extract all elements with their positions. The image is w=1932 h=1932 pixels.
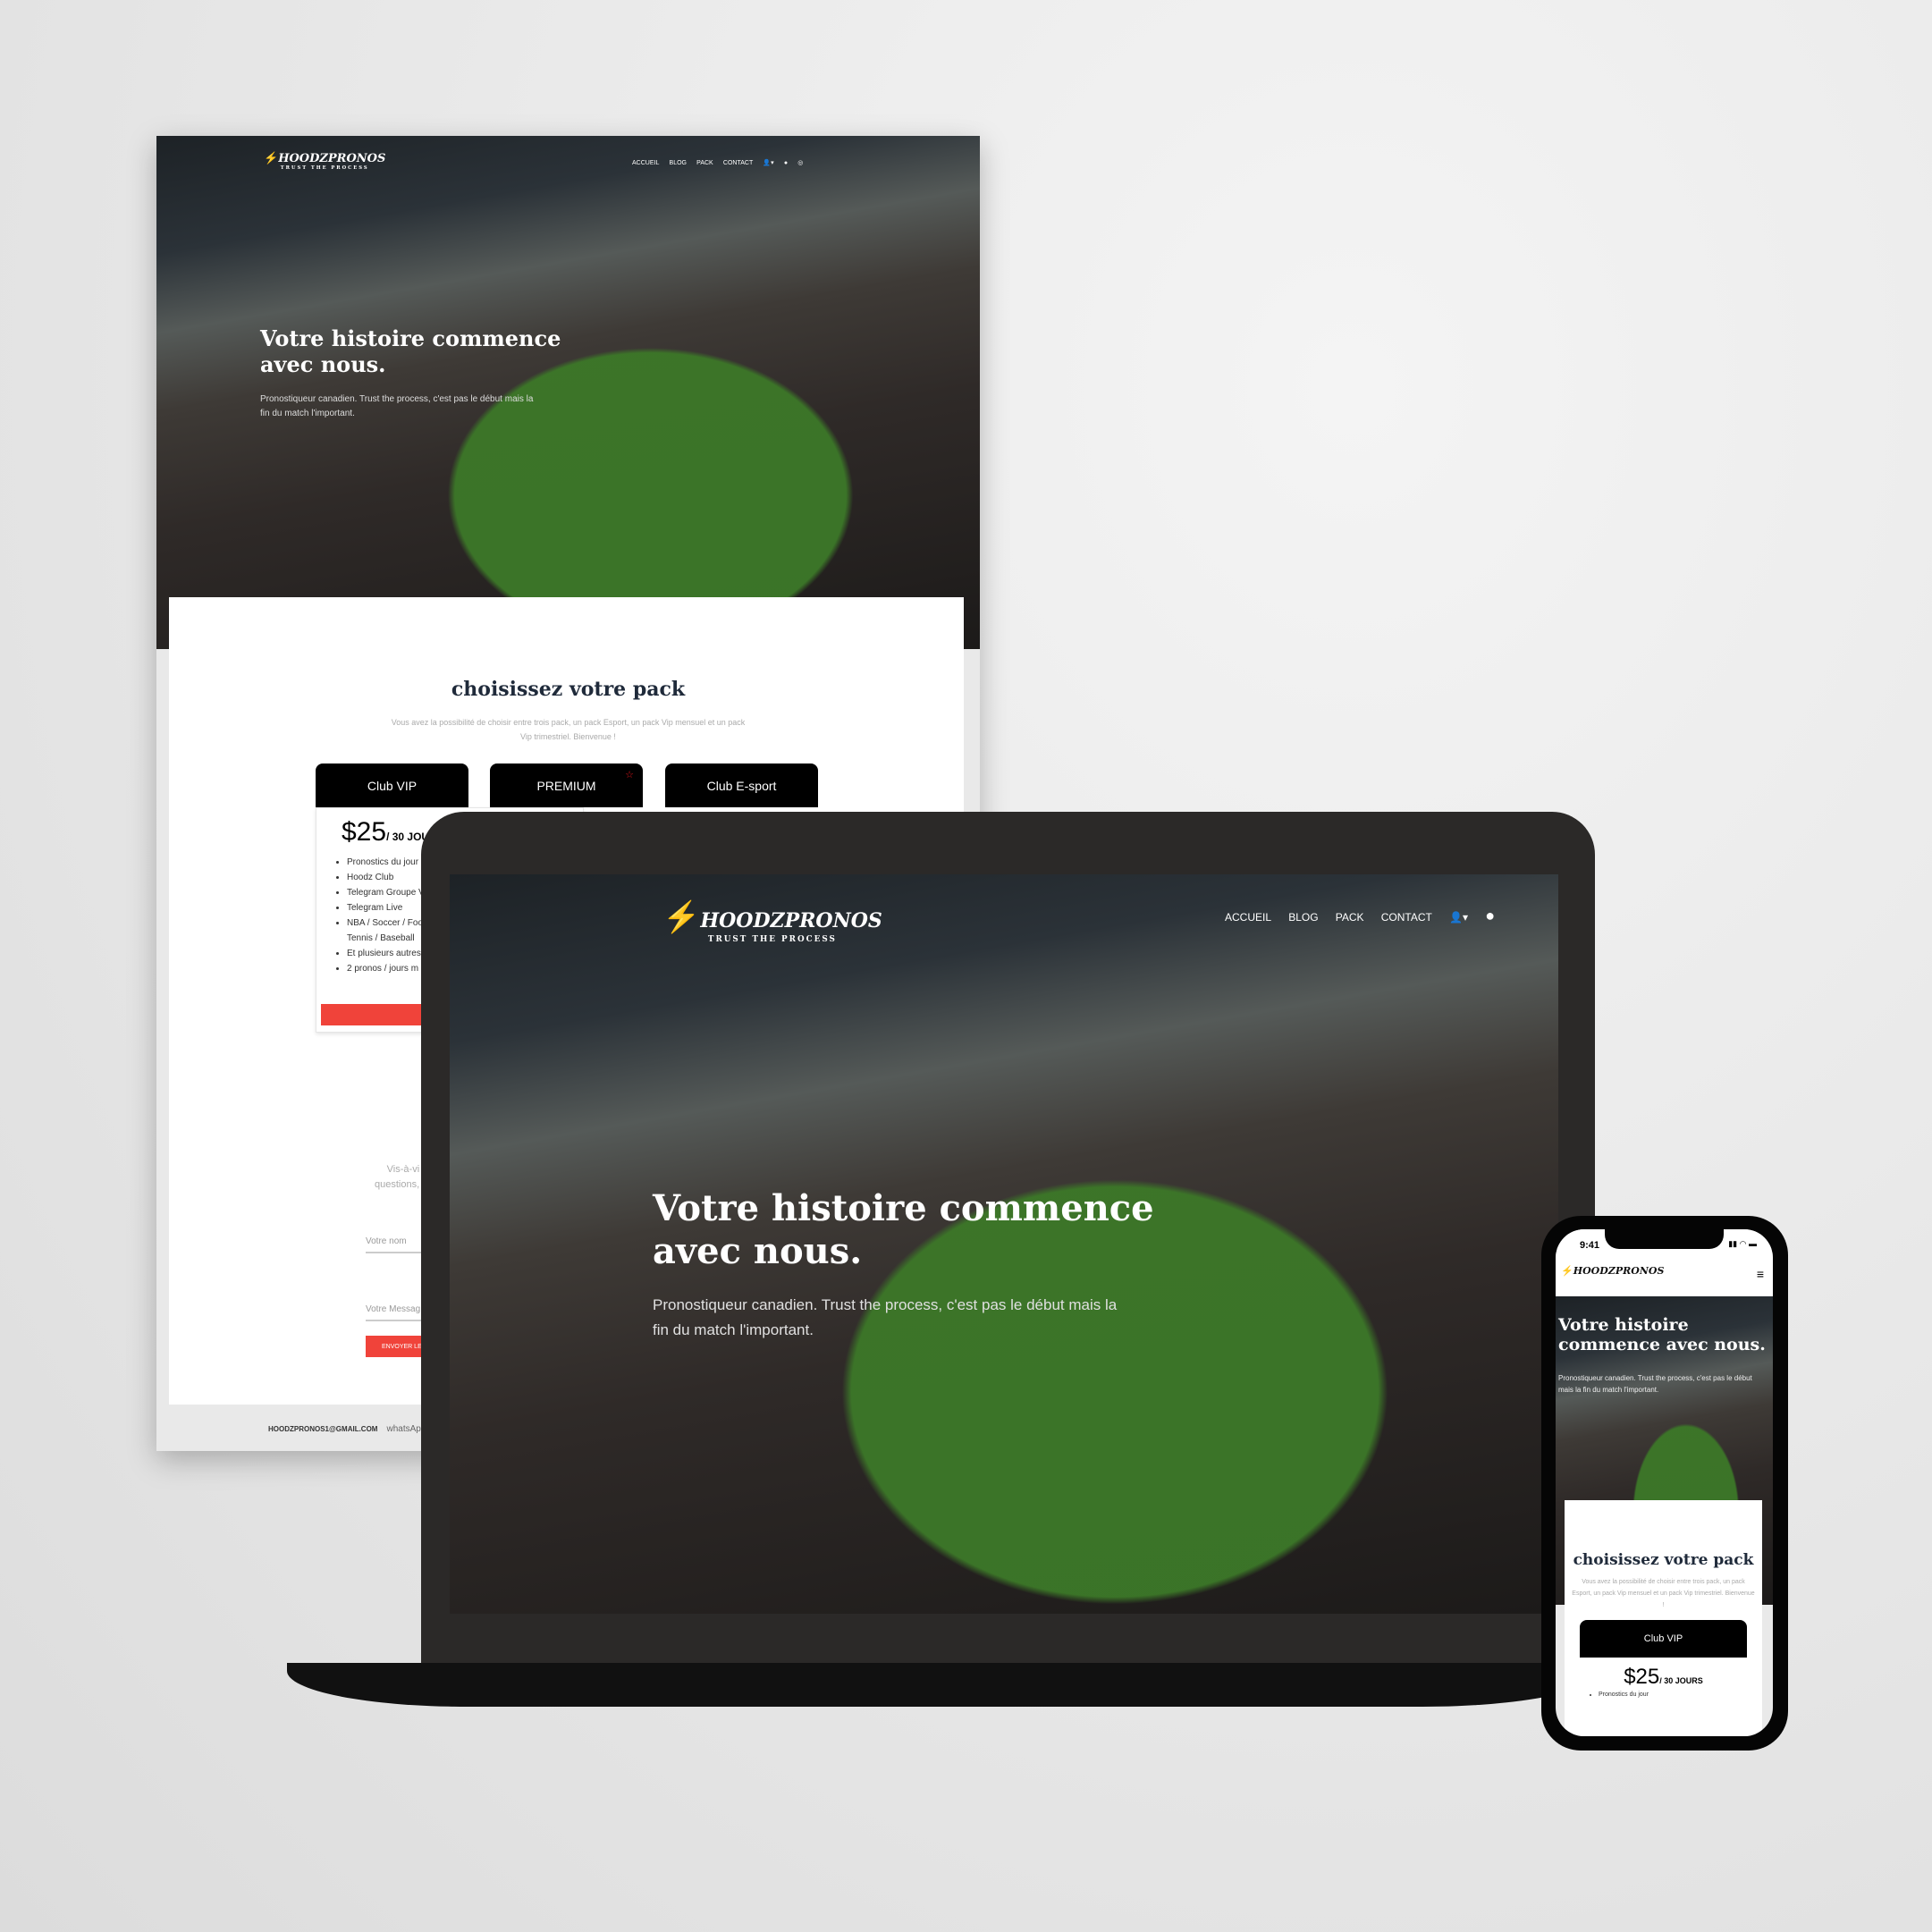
snapchat-icon[interactable]: ● bbox=[784, 160, 788, 166]
logo[interactable]: ⚡HOODZPRONOS TRUST THE PROCESS bbox=[264, 152, 385, 171]
signal-wifi-battery-icon: ▮▮ ◠ ▬ bbox=[1728, 1239, 1757, 1248]
clock: 9:41 bbox=[1580, 1240, 1600, 1251]
footer: HOODZPRONOS1@GMAIL.COM whatsApp : + bbox=[268, 1424, 439, 1434]
snapchat-icon[interactable]: ● bbox=[1485, 907, 1495, 924]
mobile-header: ⚡HOODZPRONOS ≡ bbox=[1556, 1256, 1773, 1296]
nav-pack[interactable]: PACK bbox=[1336, 911, 1364, 924]
hero-subtitle: Pronostiqueur canadien. Trust the proces… bbox=[260, 394, 534, 418]
contact-intro: Vis-à-vi questions, bbox=[375, 1164, 420, 1190]
packs-description: Vous avez la possibilité de choisir entr… bbox=[1572, 1579, 1755, 1608]
nav-blog[interactable]: BLOG bbox=[670, 160, 687, 166]
packs-title: choisissez votre pack bbox=[1573, 1551, 1754, 1569]
main-nav: ACCUEIL BLOG PACK CONTACT 👤▾ ● ◎ bbox=[632, 159, 814, 166]
nav-pack[interactable]: PACK bbox=[696, 160, 713, 166]
laptop-screen: ⚡HOODZPRONOS TRUST THE PROCESS ACCUEIL BLO… bbox=[450, 874, 1558, 1614]
hero-title: Votre histoire commence avec nous. bbox=[653, 1187, 1154, 1272]
user-icon[interactable]: 👤▾ bbox=[763, 160, 773, 166]
instagram-icon[interactable]: ◎ bbox=[797, 160, 803, 166]
tab-premium[interactable]: PREMIUM ☆ bbox=[490, 764, 643, 807]
user-icon[interactable]: 👤▾ bbox=[1449, 911, 1468, 924]
nav-accueil[interactable]: ACCUEIL bbox=[1225, 911, 1271, 924]
laptop-base bbox=[287, 1663, 1601, 1707]
star-icon: ☆ bbox=[625, 770, 634, 780]
nav-blog[interactable]: BLOG bbox=[1288, 911, 1318, 924]
tab-club-vip[interactable]: Club VIP bbox=[1580, 1620, 1747, 1658]
logo[interactable]: ⚡HOODZPRONOS TRUST THE PROCESS bbox=[662, 899, 882, 944]
footer-email[interactable]: HOODZPRONOS1@GMAIL.COM bbox=[268, 1425, 377, 1433]
tab-club-esport[interactable]: Club E-sport bbox=[665, 764, 818, 807]
tab-club-vip[interactable]: Club VIP bbox=[316, 764, 468, 807]
logo[interactable]: ⚡HOODZPRONOS bbox=[1561, 1265, 1664, 1277]
nav-contact[interactable]: CONTACT bbox=[1381, 911, 1432, 924]
feature-list: Pronostics du jour bbox=[1599, 1692, 1762, 1698]
packs-description: Vous avez la possibilité de choisir entr… bbox=[391, 718, 746, 741]
phone-screen: 9:41 ▮▮ ◠ ▬ ⚡HOODZPRONOS ≡ Votre histoire… bbox=[1556, 1229, 1773, 1736]
notch bbox=[1605, 1229, 1724, 1249]
nav-contact[interactable]: CONTACT bbox=[723, 160, 753, 166]
hero-title: Votre histoire commence avec nous. bbox=[260, 325, 561, 377]
hero-subtitle: Pronostiqueur canadien. Trust the proces… bbox=[653, 1296, 1118, 1338]
main-nav: ACCUEIL BLOG PACK CONTACT 👤▾ ● bbox=[1225, 907, 1521, 925]
nav-accueil[interactable]: ACCUEIL bbox=[632, 160, 659, 166]
mobile-hero-title: Votre histoire commence avec nous. bbox=[1558, 1315, 1766, 1354]
packs-title: choisissez votre pack bbox=[451, 678, 686, 701]
hamburger-menu-icon[interactable]: ≡ bbox=[1757, 1267, 1764, 1281]
mobile-pack-card: choisissez votre pack Vous avez la possi… bbox=[1565, 1500, 1762, 1736]
mobile-hero-subtitle: Pronostiqueur canadien. Trust the proces… bbox=[1558, 1374, 1752, 1394]
price: $25/ 30 JOURS bbox=[1624, 1665, 1703, 1689]
